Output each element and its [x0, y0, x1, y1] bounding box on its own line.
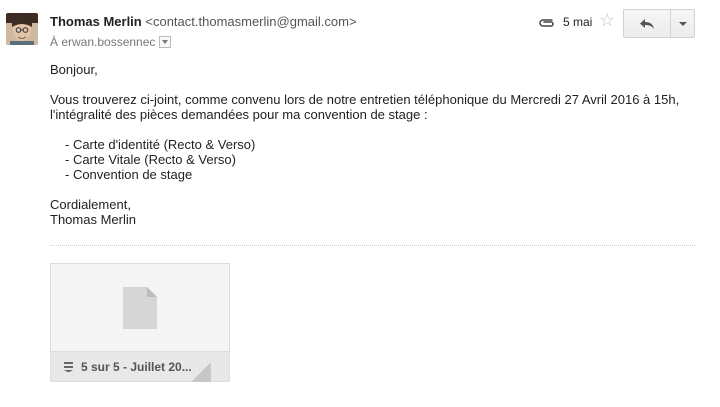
- paperclip-icon: [537, 15, 555, 29]
- paragraph-line: Vous trouverez ci-joint, comme convenu l…: [50, 92, 680, 107]
- recipient-line: À erwan.bossennec: [50, 35, 172, 49]
- message-date: 5 mai: [563, 15, 593, 29]
- reply-icon: [640, 18, 654, 29]
- message-body: Bonjour, Vous trouverez ci-joint, comme …: [50, 62, 679, 227]
- sender-line: Thomas Merlin <contact.thomasmerlin@gmai…: [50, 14, 357, 29]
- attachment-name: 5 sur 5 - Juillet 20...: [81, 359, 192, 374]
- reply-button[interactable]: [623, 9, 671, 38]
- paragraph-line: l'intégralité des pièces demandées pour …: [50, 107, 428, 122]
- recipient-label: À erwan.bossennec: [50, 35, 156, 49]
- document-icon: [123, 286, 157, 329]
- attachment-fold-corner: [191, 362, 211, 382]
- list-item: - Convention de stage: [65, 167, 193, 182]
- list-item: - Carte Vitale (Recto & Verso): [65, 152, 236, 167]
- star-icon[interactable]: ☆: [599, 11, 615, 29]
- show-details-dropdown[interactable]: [159, 36, 172, 48]
- attachments-divider: [50, 245, 695, 246]
- sender-email: <contact.thomasmerlin@gmail.com>: [145, 14, 357, 29]
- document-list: - Carte d'identité (Recto & Verso) - Car…: [50, 137, 679, 182]
- closing: Cordialement,: [50, 197, 131, 212]
- download-icon[interactable]: [64, 361, 73, 372]
- sender-name[interactable]: Thomas Merlin: [50, 14, 142, 29]
- sender-avatar[interactable]: [6, 13, 38, 45]
- attachment-card[interactable]: 5 sur 5 - Juillet 20...: [50, 263, 230, 382]
- attachment-preview[interactable]: [51, 264, 229, 351]
- greeting: Bonjour,: [50, 62, 98, 77]
- more-options-button[interactable]: [670, 9, 695, 38]
- list-item: - Carte d'identité (Recto & Verso): [65, 137, 256, 152]
- signature: Thomas Merlin: [50, 212, 136, 227]
